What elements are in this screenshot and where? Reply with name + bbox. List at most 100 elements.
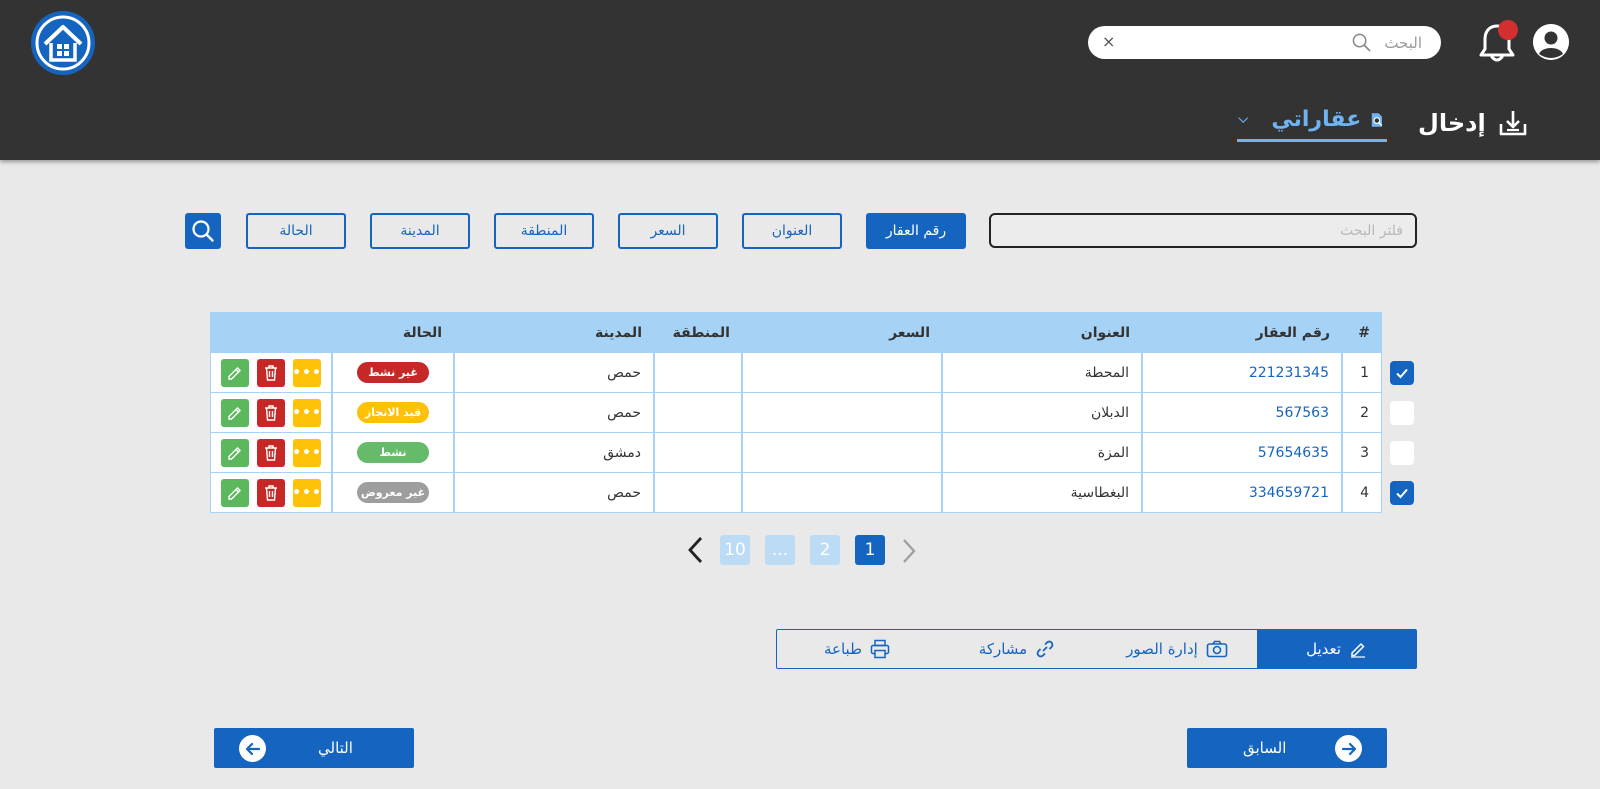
column-header-city[interactable]: المدينة	[454, 312, 654, 353]
filter-button-price[interactable]: السعر	[618, 213, 718, 249]
row-edit-button[interactable]	[221, 398, 249, 427]
arrow-right-icon	[1335, 735, 1362, 762]
column-header-property-id[interactable]: رقم العقار	[1142, 312, 1342, 353]
notification-badge	[1498, 20, 1518, 40]
row-more-button[interactable]: •••	[292, 398, 321, 427]
status-badge: قيد الانجاز	[357, 402, 429, 423]
row-more-button[interactable]: •••	[292, 358, 321, 387]
pagination-prev-chevron-icon[interactable]	[685, 535, 707, 565]
row-more-button[interactable]: •••	[292, 478, 322, 507]
row-more-button[interactable]: •••	[292, 438, 321, 467]
cell-property-id[interactable]: 57654635	[1142, 433, 1342, 473]
manage-photos-button[interactable]: إدارة الصور	[1097, 630, 1257, 668]
cell-region	[654, 433, 742, 473]
filter-search-button[interactable]	[185, 213, 221, 249]
cell-city: دمشق	[454, 433, 654, 473]
share-button[interactable]: مشاركة	[937, 630, 1097, 668]
cell-property-id[interactable]: 567563	[1142, 393, 1342, 433]
row-delete-button[interactable]	[257, 478, 285, 507]
cell-address: الدبلان	[942, 393, 1142, 433]
printer-icon	[870, 639, 890, 659]
cell-actions: •••	[210, 433, 332, 473]
search-icon	[1352, 33, 1371, 52]
camera-icon	[1206, 640, 1228, 658]
nav-import[interactable]: إدخال	[1418, 103, 1528, 143]
pagination-next-chevron-icon[interactable]	[897, 537, 919, 565]
pencil-icon	[1350, 642, 1365, 658]
cell-region	[654, 393, 742, 433]
cell-property-id[interactable]: 221231345	[1142, 353, 1342, 393]
row-edit-button[interactable]	[221, 358, 249, 387]
app-logo[interactable]	[31, 11, 95, 75]
filter-button-region[interactable]: المنطقة	[494, 213, 594, 249]
column-header-region[interactable]: المنطقة	[654, 312, 742, 353]
column-header-status[interactable]: الحالة	[332, 312, 454, 353]
previous-button[interactable]: السابق	[1187, 728, 1387, 768]
filter-button-status[interactable]: الحالة	[246, 213, 346, 249]
pencil-icon	[228, 486, 241, 500]
row-checkbox[interactable]	[1390, 441, 1414, 465]
cell-actions: •••	[210, 353, 332, 393]
cell-status: نشط	[332, 433, 454, 473]
import-tray-icon	[1499, 111, 1526, 136]
cell-index: 2	[1342, 393, 1382, 433]
pencil-icon	[228, 446, 241, 460]
pencil-icon	[228, 366, 241, 380]
header-search: ×	[1088, 26, 1441, 59]
cell-property-id[interactable]: 334659721	[1142, 473, 1342, 513]
column-header-price[interactable]: السعر	[742, 312, 942, 353]
nav-my-properties[interactable]: عقاراتي	[1237, 100, 1387, 142]
header-search-input[interactable]	[1122, 26, 1437, 59]
row-checkbox[interactable]	[1390, 361, 1414, 385]
row-edit-button[interactable]	[221, 438, 249, 467]
row-checkbox[interactable]	[1390, 401, 1414, 425]
filter-button-address[interactable]: العنوان	[742, 213, 842, 249]
pagination-page-2[interactable]: 2	[810, 535, 840, 565]
table-row[interactable]: 2 567563 الدبلان حمص قيد الانجاز •••	[210, 393, 1414, 433]
cell-index: 4	[1342, 473, 1382, 513]
manage-photos-label: إدارة الصور	[1126, 640, 1198, 658]
column-header-index: #	[1358, 324, 1370, 341]
column-header-address[interactable]: العنوان	[942, 312, 1142, 353]
status-badge: غير نشط	[357, 362, 429, 383]
pagination-ellipsis: ...	[765, 535, 795, 565]
cell-price	[742, 353, 942, 393]
trash-icon	[265, 484, 277, 501]
more-dots-icon: •••	[292, 484, 322, 501]
cell-price	[742, 473, 942, 513]
table-row[interactable]: 1 221231345 المحطة حمص غير نشط •••	[210, 353, 1414, 393]
row-checkbox[interactable]	[1390, 481, 1414, 505]
share-label: مشاركة	[978, 640, 1028, 658]
cell-city: حمص	[454, 473, 654, 513]
trash-icon	[265, 364, 277, 381]
trash-icon	[265, 444, 277, 461]
row-delete-button[interactable]	[257, 398, 285, 427]
row-edit-button[interactable]	[221, 478, 249, 507]
next-button[interactable]: التالي	[214, 728, 414, 768]
previous-label: السابق	[1243, 739, 1287, 757]
status-badge: غير معروض	[357, 482, 429, 503]
cell-address: المزة	[942, 433, 1142, 473]
filter-search-input[interactable]	[989, 213, 1417, 248]
table-row[interactable]: 3 57654635 المزة دمشق نشط •••	[210, 433, 1414, 473]
user-avatar-icon[interactable]	[1533, 24, 1569, 60]
row-delete-button[interactable]	[257, 358, 285, 387]
filter-button-property-id[interactable]: رقم العقار	[866, 213, 966, 249]
table-row[interactable]: 4 334659721 البغطاسية حمص غير معروض •••	[210, 473, 1414, 513]
cell-status: قيد الانجاز	[332, 393, 454, 433]
print-button[interactable]: طباعة	[777, 630, 937, 668]
row-delete-button[interactable]	[257, 438, 285, 467]
nav-my-properties-label: عقاراتي	[1271, 107, 1362, 132]
trash-icon	[265, 404, 277, 421]
clear-search-icon[interactable]: ×	[1102, 32, 1115, 52]
cell-index: 1	[1342, 353, 1382, 393]
edit-tool-button[interactable]: تعديل	[1257, 630, 1416, 668]
status-badge: نشط	[357, 442, 429, 463]
filter-button-city[interactable]: المدينة	[370, 213, 470, 249]
checkmark-icon	[1396, 368, 1408, 379]
document-search-icon	[1372, 112, 1383, 127]
chevron-down-icon	[1238, 116, 1249, 123]
pagination-page-1[interactable]: 1	[855, 535, 885, 565]
pagination-page-10[interactable]: 10	[720, 535, 750, 565]
pencil-icon	[228, 406, 241, 420]
